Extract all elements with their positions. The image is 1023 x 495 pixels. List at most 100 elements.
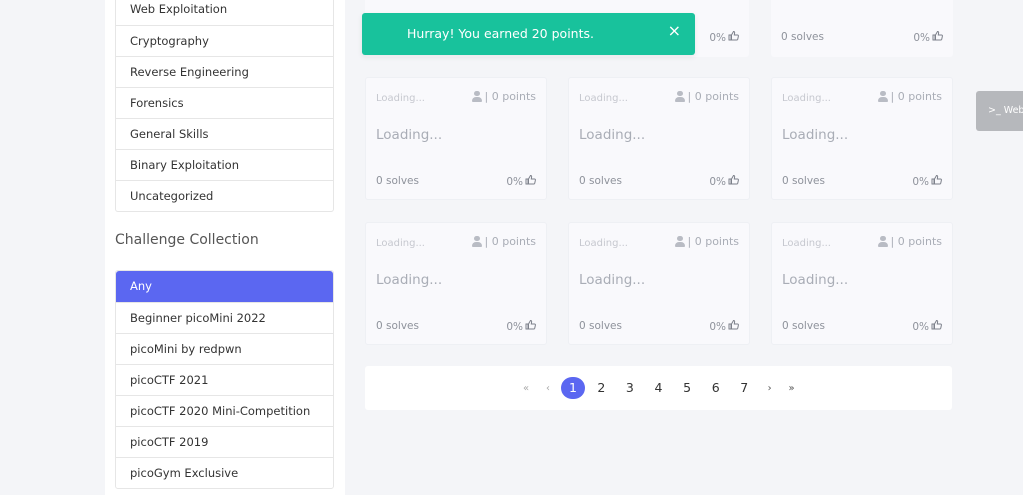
category-list: Web Exploitation Cryptography Reverse En… xyxy=(115,0,334,212)
first-page-button[interactable]: « xyxy=(515,383,537,394)
webshell-tab[interactable]: >_ Web xyxy=(976,91,1023,131)
user-icon xyxy=(471,236,482,247)
card-title: Loading... xyxy=(376,127,443,143)
page-button-6[interactable]: 6 xyxy=(701,377,730,399)
card-title: Loading... xyxy=(782,272,849,288)
challenge-card[interactable]: Loading... | 0 points Loading... 0 solves 0% xyxy=(568,222,750,345)
page-button-1[interactable]: 1 xyxy=(561,377,585,399)
toast-message: Hurray! You earned 20 points. xyxy=(407,26,594,41)
card-points: | 0 points xyxy=(674,90,739,103)
collection-item-picogym-exclusive[interactable]: picoGym Exclusive xyxy=(116,457,333,488)
collection-item-picoctf-2021[interactable]: picoCTF 2021 xyxy=(116,364,333,395)
likes-percent: 0% xyxy=(709,320,726,333)
card-title: Loading... xyxy=(376,272,443,288)
card-category: Loading... xyxy=(376,93,425,104)
card-points: | 0 points xyxy=(877,235,942,248)
thumbs-up-icon[interactable] xyxy=(728,319,739,333)
challenge-card[interactable]: Loading... | 0 points Loading... 0 solves 0% xyxy=(568,77,750,200)
card-likes: 0% xyxy=(506,174,536,188)
close-icon[interactable]: × xyxy=(668,23,681,39)
user-icon xyxy=(471,91,482,102)
card-likes: 0% xyxy=(709,319,739,333)
page-button-4[interactable]: 4 xyxy=(644,377,673,399)
card-solves: 0 solves xyxy=(579,320,622,332)
card-category: Loading... xyxy=(782,93,831,104)
pagination: « ‹ 1 2 3 4 5 6 7 › » xyxy=(365,366,952,410)
card-category: Loading... xyxy=(376,238,425,249)
card-likes: 0% xyxy=(913,30,943,44)
thumbs-up-icon[interactable] xyxy=(932,30,943,44)
card-points: | 0 points xyxy=(471,235,536,248)
category-item-forensics[interactable]: Forensics xyxy=(116,87,333,118)
card-likes: 0% xyxy=(506,319,536,333)
collection-item-beginner-picomini-2022[interactable]: Beginner picoMini 2022 xyxy=(116,302,333,333)
card-solves: 0 solves xyxy=(782,320,825,332)
card-solves: 0 solves xyxy=(376,320,419,332)
card-likes: 0% xyxy=(709,30,739,44)
likes-percent: 0% xyxy=(709,175,726,188)
likes-percent: 0% xyxy=(913,31,930,44)
page-button-7[interactable]: 7 xyxy=(730,377,759,399)
likes-percent: 0% xyxy=(709,31,726,44)
thumbs-up-icon[interactable] xyxy=(931,319,942,333)
collection-item-picoctf-2020-mini[interactable]: picoCTF 2020 Mini-Competition xyxy=(116,395,333,426)
card-likes: 0% xyxy=(912,319,942,333)
card-solves: 0 solves xyxy=(782,175,825,187)
category-item-cryptography[interactable]: Cryptography xyxy=(116,25,333,56)
challenge-card-partial[interactable]: 0 solves 0% xyxy=(771,0,953,57)
card-points: | 0 points xyxy=(877,90,942,103)
challenge-card[interactable]: Loading... | 0 points Loading... 0 solves 0% xyxy=(771,222,953,345)
thumbs-up-icon[interactable] xyxy=(728,174,739,188)
category-item-binary-exploitation[interactable]: Binary Exploitation xyxy=(116,149,333,180)
page-button-3[interactable]: 3 xyxy=(616,377,645,399)
thumbs-up-icon[interactable] xyxy=(525,319,536,333)
user-icon xyxy=(877,91,888,102)
points-label: | 0 points xyxy=(484,235,536,248)
collection-item-any[interactable]: Any xyxy=(116,271,333,302)
prev-page-button[interactable]: ‹ xyxy=(537,383,559,394)
challenge-card[interactable]: Loading... | 0 points Loading... 0 solves 0% xyxy=(365,222,547,345)
user-icon xyxy=(674,91,685,102)
card-solves: 0 solves xyxy=(781,31,824,43)
category-item-reverse-engineering[interactable]: Reverse Engineering xyxy=(116,56,333,87)
likes-percent: 0% xyxy=(506,320,523,333)
last-page-button[interactable]: » xyxy=(781,383,803,394)
card-title: Loading... xyxy=(579,272,646,288)
user-icon xyxy=(674,236,685,247)
collection-item-picoctf-2019[interactable]: picoCTF 2019 xyxy=(116,426,333,457)
card-likes: 0% xyxy=(709,174,739,188)
category-item-web-exploitation[interactable]: Web Exploitation xyxy=(116,0,333,25)
user-icon xyxy=(877,236,888,247)
thumbs-up-icon[interactable] xyxy=(525,174,536,188)
likes-percent: 0% xyxy=(912,320,929,333)
card-title: Loading... xyxy=(782,127,849,143)
thumbs-up-icon[interactable] xyxy=(728,30,739,44)
next-page-button[interactable]: › xyxy=(759,383,781,394)
card-points: | 0 points xyxy=(471,90,536,103)
collection-item-picomini-by-redpwn[interactable]: picoMini by redpwn xyxy=(116,333,333,364)
category-item-uncategorized[interactable]: Uncategorized xyxy=(116,180,333,211)
page-button-5[interactable]: 5 xyxy=(673,377,702,399)
points-label: | 0 points xyxy=(687,235,739,248)
points-label: | 0 points xyxy=(484,90,536,103)
card-category: Loading... xyxy=(579,238,628,249)
challenge-card[interactable]: Loading... | 0 points Loading... 0 solves 0% xyxy=(365,77,547,200)
card-points: | 0 points xyxy=(674,235,739,248)
sidebar: Web Exploitation Cryptography Reverse En… xyxy=(105,0,345,495)
challenge-card[interactable]: Loading... | 0 points Loading... 0 solves 0% xyxy=(771,77,953,200)
card-solves: 0 solves xyxy=(376,175,419,187)
card-likes: 0% xyxy=(912,174,942,188)
success-toast: Hurray! You earned 20 points. × xyxy=(362,13,695,55)
card-category: Loading... xyxy=(579,93,628,104)
likes-percent: 0% xyxy=(912,175,929,188)
thumbs-up-icon[interactable] xyxy=(931,174,942,188)
collection-list: Any Beginner picoMini 2022 picoMini by r… xyxy=(115,270,334,489)
points-label: | 0 points xyxy=(890,235,942,248)
likes-percent: 0% xyxy=(506,175,523,188)
card-category: Loading... xyxy=(782,238,831,249)
category-item-general-skills[interactable]: General Skills xyxy=(116,118,333,149)
page-button-2[interactable]: 2 xyxy=(587,377,616,399)
points-label: | 0 points xyxy=(687,90,739,103)
challenge-collection-heading: Challenge Collection xyxy=(115,232,259,248)
points-label: | 0 points xyxy=(890,90,942,103)
